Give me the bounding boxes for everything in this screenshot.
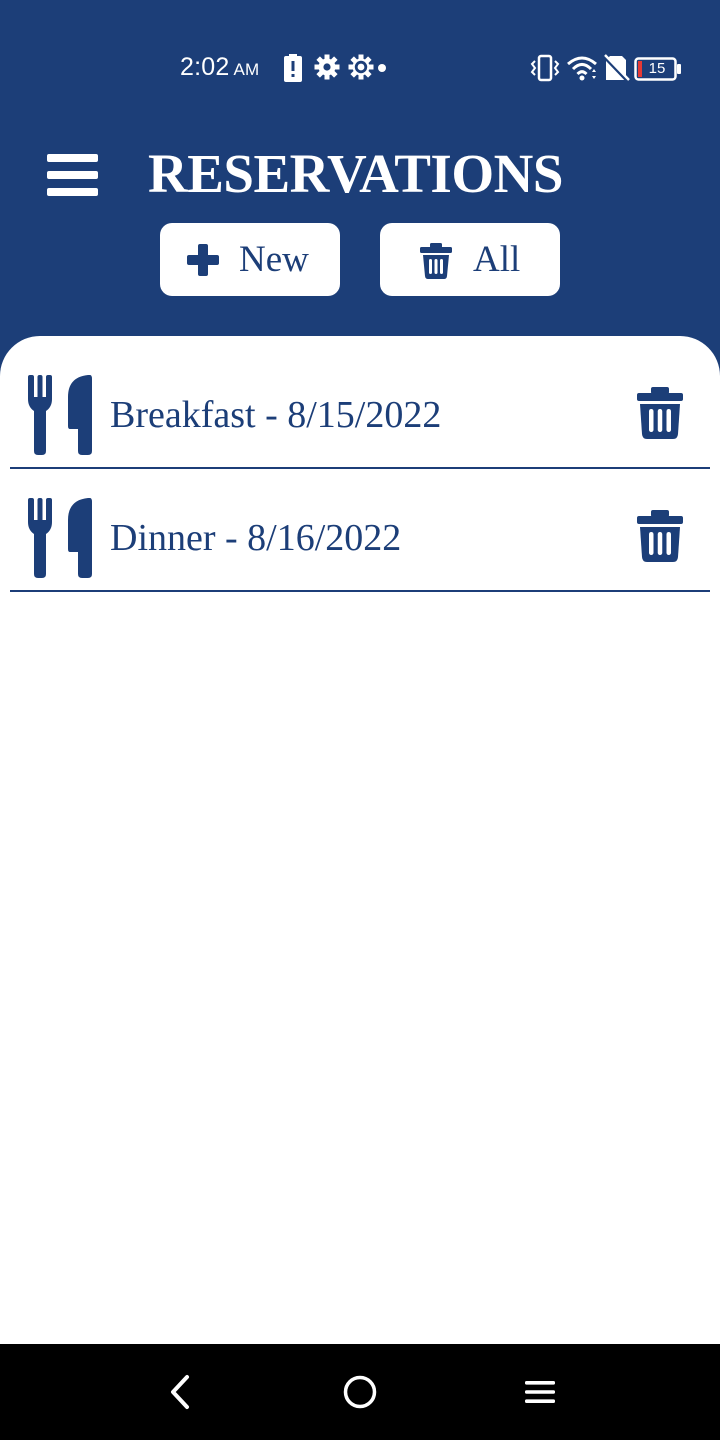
new-button-label: New bbox=[239, 239, 309, 280]
reservation-label: Dinner - 8/16/2022 bbox=[110, 517, 402, 559]
reservation-label: Breakfast - 8/15/2022 bbox=[110, 394, 442, 436]
notification-dot-icon bbox=[378, 64, 386, 72]
trash-icon bbox=[420, 243, 452, 279]
trash-icon bbox=[637, 387, 683, 439]
status-bar: 2:02 AM 15 bbox=[0, 40, 720, 96]
vibrate-icon bbox=[530, 54, 560, 82]
delete-reservation-button[interactable] bbox=[630, 385, 690, 445]
plus-icon bbox=[187, 244, 219, 276]
trash-icon bbox=[637, 510, 683, 562]
new-reservation-button[interactable]: New bbox=[160, 223, 340, 296]
hamburger-menu-bar bbox=[47, 188, 98, 196]
utensils-icon bbox=[28, 375, 92, 455]
status-time-value: 2:02 bbox=[180, 53, 230, 81]
app-header: 2:02 AM 15 RESERVATIONS New All bbox=[0, 0, 720, 380]
back-icon bbox=[171, 1375, 189, 1409]
battery-alert-icon bbox=[284, 54, 302, 82]
battery-level: 15 bbox=[648, 60, 666, 77]
hamburger-menu-icon bbox=[47, 154, 98, 162]
page-title: RESERVATIONS bbox=[148, 143, 563, 204]
status-time: 2:02 AM bbox=[180, 53, 259, 82]
reservation-list-item[interactable]: Dinner - 8/16/2022 bbox=[10, 468, 710, 592]
utensils-icon bbox=[28, 498, 92, 578]
wifi-icon bbox=[567, 56, 597, 81]
reservation-list-item[interactable]: Breakfast - 8/15/2022 bbox=[10, 345, 710, 469]
delete-all-button[interactable]: All bbox=[380, 223, 560, 296]
status-time-ampm: AM bbox=[233, 60, 260, 79]
delete-reservation-button[interactable] bbox=[630, 508, 690, 568]
back-button[interactable] bbox=[156, 1368, 204, 1416]
settings-icon bbox=[314, 54, 340, 80]
no-sim-icon bbox=[602, 54, 630, 82]
recents-button[interactable] bbox=[516, 1368, 564, 1416]
settings-outline-icon bbox=[348, 54, 374, 80]
home-icon bbox=[343, 1375, 377, 1409]
menu-button[interactable] bbox=[40, 148, 104, 204]
home-button[interactable] bbox=[336, 1368, 384, 1416]
system-nav-bar bbox=[0, 1344, 720, 1440]
hamburger-menu-bar bbox=[47, 171, 98, 179]
delete-all-button-label: All bbox=[473, 239, 521, 280]
recents-icon bbox=[525, 1381, 555, 1403]
